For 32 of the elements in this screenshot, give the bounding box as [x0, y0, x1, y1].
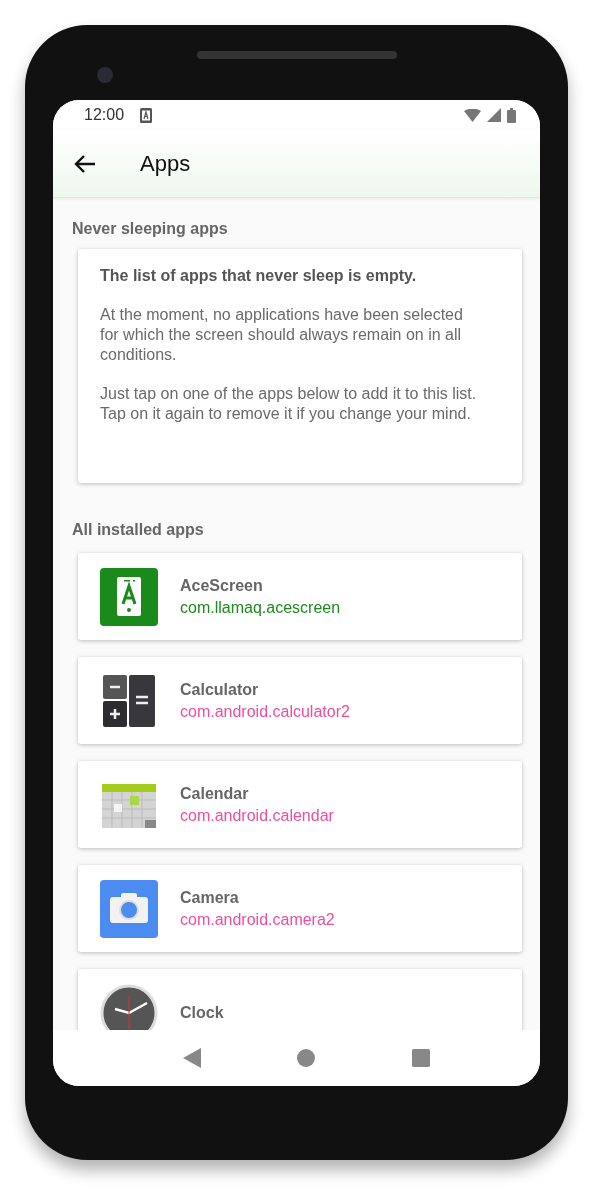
app-name: AceScreen: [180, 576, 264, 595]
status-time: 12:00: [84, 106, 125, 124]
package-name: com.llamaq.acescreen: [180, 598, 341, 617]
app-name: Calendar: [180, 784, 250, 803]
app-list-item[interactable]: Calculator com.android.calculator2: [78, 657, 522, 744]
back-icon[interactable]: [183, 1048, 202, 1068]
package-name: com.android.calendar: [180, 806, 334, 825]
package-name: com.android.camera2: [180, 910, 335, 929]
package-name: com.android.calculator2: [180, 702, 350, 721]
section-heading: All installed apps: [72, 521, 205, 540]
phone-letter-icon: [100, 567, 158, 626]
battery-icon: [507, 107, 516, 123]
app-name: Camera: [180, 888, 240, 907]
info-paragraph: At the moment, no applications have been selected for which the screen should always remain on in all conditions.: [100, 305, 464, 365]
recents-icon[interactable]: [411, 1049, 430, 1067]
app-list-item[interactable]: Camera com.android.camera2: [78, 865, 522, 952]
signal-icon: [487, 108, 501, 122]
wifi-icon: [464, 108, 481, 122]
app-list-item[interactable]: AceScreen com.llamaq.acescreen: [78, 553, 522, 640]
app-name: Calculator: [180, 680, 260, 699]
back-arrow-icon[interactable]: [74, 153, 96, 174]
app-list-item[interactable]: Calendar com.android.calendar: [78, 761, 522, 848]
phone-notification-icon: [140, 107, 153, 123]
app-bar-title: Apps: [140, 150, 191, 177]
info-paragraph: Just tap on one of the apps below to add it to this list. Tap on it again to remove it if you change your mind.: [100, 384, 478, 424]
empty-list-title: The list of apps that never sleep is empty.: [100, 266, 418, 286]
front-camera: [97, 67, 113, 83]
app-list-item[interactable]: Clock: [78, 969, 522, 1030]
app-name: Clock: [180, 1003, 224, 1022]
home-icon[interactable]: [297, 1049, 316, 1067]
section-heading: Never sleeping apps: [72, 220, 229, 239]
camera-icon: [100, 879, 158, 938]
